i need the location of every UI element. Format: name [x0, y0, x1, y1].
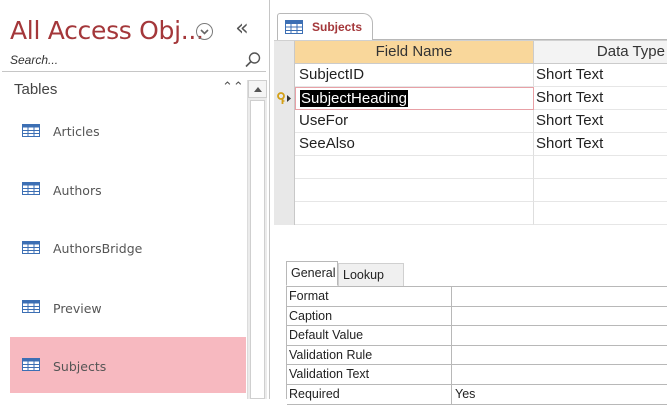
nav-menu-dropdown-button[interactable] [196, 23, 213, 40]
property-value-input[interactable] [452, 346, 667, 366]
data-type-cell[interactable]: Short Text [534, 64, 667, 87]
data-type-cell-empty[interactable] [534, 202, 667, 225]
property-row-caption[interactable]: Caption [287, 306, 667, 327]
nav-title[interactable]: All Access Obj... [10, 16, 204, 45]
table-icon [285, 20, 303, 34]
property-label: Required [287, 385, 452, 405]
field-design-grid: Field Name Data Type SubjectID Short Tex… [274, 40, 667, 225]
nav-item-authorsbridge[interactable]: AuthorsBridge [10, 220, 246, 276]
shutter-bar-collapse-button[interactable]: « [232, 17, 252, 41]
scroll-up-button[interactable] [248, 80, 267, 98]
field-row-empty[interactable] [295, 202, 667, 225]
field-name-cell-empty[interactable] [295, 202, 534, 225]
field-row-current[interactable]: SubjectHeading Short Text [295, 87, 667, 110]
tab-lookup[interactable]: Lookup [338, 263, 404, 286]
property-value-input[interactable] [452, 326, 667, 346]
property-row-validation-text[interactable]: Validation Text [287, 365, 667, 385]
data-type-cell[interactable]: Short Text [534, 87, 667, 110]
property-value-input[interactable] [452, 307, 667, 327]
nav-header: All Access Obj... « [0, 0, 270, 48]
field-name-cell[interactable]: SeeAlso [295, 133, 534, 156]
property-row-required[interactable]: Required Yes [287, 385, 667, 405]
table-design-view: Subjects Field Name Data Type SubjectID … [274, 0, 667, 405]
data-type-cell[interactable]: Short Text [534, 133, 667, 156]
nav-item-label: AuthorsBridge [53, 241, 143, 256]
property-row-default-value[interactable]: Default Value [287, 326, 667, 346]
field-name-cell[interactable]: SubjectID [295, 64, 534, 87]
field-properties-tabs: General Lookup [286, 261, 667, 286]
field-row-empty[interactable] [295, 156, 667, 179]
field-row[interactable]: SeeAlso Short Text [295, 133, 667, 156]
table-icon [22, 124, 40, 137]
field-name-cell-editing[interactable]: SubjectHeading [295, 87, 534, 110]
property-label: Default Value [287, 326, 452, 346]
nav-item-subjects[interactable]: Subjects [10, 337, 246, 393]
field-properties-grid: Format Caption Default Value Validation … [286, 286, 667, 405]
nav-item-authors[interactable]: Authors [10, 162, 246, 218]
scrollbar-thumb[interactable] [250, 100, 265, 399]
row-selector-column[interactable] [274, 41, 295, 225]
nav-item-label: Authors [53, 183, 102, 198]
collapse-group-icon[interactable]: ⌃⌃ [222, 80, 244, 95]
scroll-up-arrow-icon [254, 87, 262, 92]
property-value-input[interactable]: Yes [452, 385, 667, 405]
nav-item-label: Subjects [53, 359, 107, 374]
data-type-cell[interactable]: Short Text [534, 110, 667, 133]
property-row-format[interactable]: Format [287, 287, 667, 307]
navigation-pane: All Access Obj... « Search... Tables ⌃⌃ [0, 0, 270, 399]
data-type-cell-empty[interactable] [534, 179, 667, 202]
field-name-cell-empty[interactable] [295, 179, 534, 202]
data-type-cell-empty[interactable] [534, 156, 667, 179]
property-value-input[interactable] [452, 287, 667, 307]
tab-general[interactable]: General [286, 261, 338, 286]
chevron-down-icon [200, 28, 209, 35]
field-row-empty[interactable] [295, 179, 667, 202]
table-icon [22, 300, 40, 313]
property-row-validation-rule[interactable]: Validation Rule [287, 345, 667, 366]
selected-field-name-text[interactable]: SubjectHeading [300, 90, 408, 107]
row-selector-current[interactable] [274, 87, 295, 110]
field-name-cell-empty[interactable] [295, 156, 534, 179]
field-name-cell[interactable]: UseFor [295, 110, 534, 133]
document-tab-label: Subjects [312, 20, 363, 34]
nav-group-label: Tables [14, 81, 58, 98]
property-label: Validation Text [287, 365, 452, 385]
column-header-field-name[interactable]: Field Name [295, 41, 534, 64]
nav-group-tables[interactable]: Tables ⌃⌃ [0, 76, 270, 104]
nav-search-box[interactable]: Search... [2, 50, 266, 72]
nav-scrollbar[interactable] [247, 80, 267, 399]
grid-header: Field Name Data Type [295, 41, 667, 64]
search-input[interactable]: Search... [10, 53, 58, 67]
nav-item-label: Preview [53, 301, 102, 316]
field-row[interactable]: SubjectID Short Text [295, 64, 667, 87]
property-label: Format [287, 287, 452, 307]
property-value-input[interactable] [452, 365, 667, 385]
field-row[interactable]: UseFor Short Text [295, 110, 667, 133]
nav-item-articles[interactable]: Articles [10, 104, 246, 160]
nav-item-label: Articles [53, 124, 100, 139]
property-label: Caption [287, 306, 452, 327]
property-label: Validation Rule [287, 345, 452, 366]
table-icon [22, 358, 40, 371]
column-header-data-type[interactable]: Data Type [534, 41, 667, 64]
nav-item-preview[interactable]: Preview [10, 279, 246, 335]
table-icon [22, 182, 40, 195]
document-tab-subjects[interactable]: Subjects [277, 13, 373, 40]
search-icon[interactable] [244, 51, 262, 69]
table-icon [22, 241, 40, 254]
primary-key-icon [277, 92, 291, 104]
